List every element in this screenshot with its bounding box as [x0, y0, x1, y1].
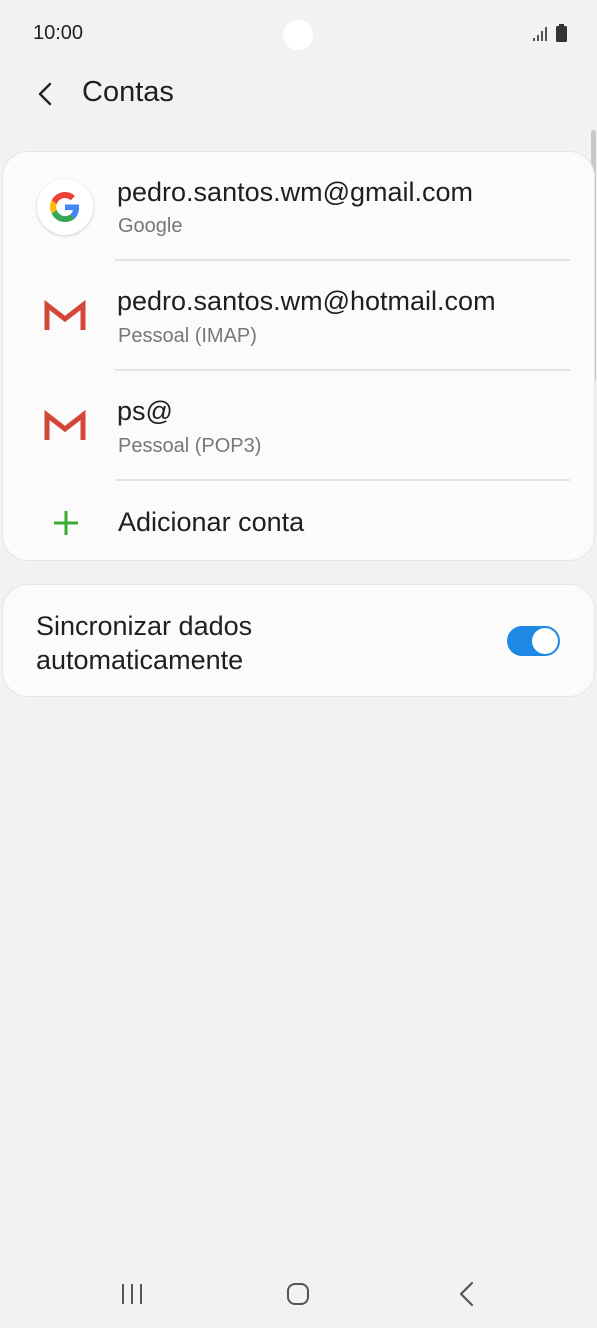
battery-icon — [556, 24, 567, 42]
recent-apps-icon[interactable] — [120, 1282, 144, 1306]
status-icons — [532, 24, 567, 42]
sync-toggle[interactable] — [507, 626, 560, 656]
navigation-bar — [0, 1262, 597, 1328]
google-icon — [37, 179, 93, 235]
gmail-icon — [37, 398, 93, 454]
account-item-gmail[interactable]: pedro.santos.wm@gmail.com Google — [3, 152, 596, 262]
account-email: ps@ — [117, 396, 173, 426]
account-item-hotmail[interactable]: pedro.santos.wm@hotmail.com Pessoal (IMA… — [3, 262, 596, 372]
add-account-label: Adicionar conta — [118, 507, 305, 537]
gmail-icon — [37, 288, 93, 344]
back-nav-icon[interactable] — [455, 1281, 479, 1307]
divider — [115, 479, 570, 481]
account-type: Google — [118, 215, 183, 237]
plus-icon — [54, 511, 78, 535]
toggle-knob — [532, 628, 558, 654]
divider — [115, 369, 570, 371]
sync-label-line2: automaticamente — [36, 645, 244, 675]
account-type: Pessoal (IMAP) — [118, 325, 257, 347]
account-item-pop3[interactable]: ps@ Pessoal (POP3) — [3, 372, 596, 482]
sync-card[interactable]: Sincronizar dados automaticamente — [2, 584, 595, 697]
status-time: 10:00 — [33, 22, 84, 44]
status-bar: 10:00 — [0, 0, 597, 70]
divider — [115, 259, 570, 261]
home-icon[interactable] — [286, 1282, 310, 1306]
account-type: Pessoal (POP3) — [118, 435, 262, 457]
account-email: pedro.santos.wm@hotmail.com — [117, 286, 496, 316]
sync-label-line1: Sincronizar dados — [36, 611, 253, 641]
camera-cutout — [283, 20, 313, 50]
header: Contas — [0, 70, 597, 130]
sync-label: Sincronizar dados automaticamente — [36, 609, 252, 677]
page-title: Contas — [82, 76, 174, 108]
chevron-left-icon — [38, 82, 52, 106]
signal-icon — [533, 27, 547, 41]
account-email: pedro.santos.wm@gmail.com — [117, 177, 474, 207]
accounts-card: pedro.santos.wm@gmail.com Google pedro.s… — [2, 151, 595, 561]
back-button[interactable] — [30, 78, 62, 110]
